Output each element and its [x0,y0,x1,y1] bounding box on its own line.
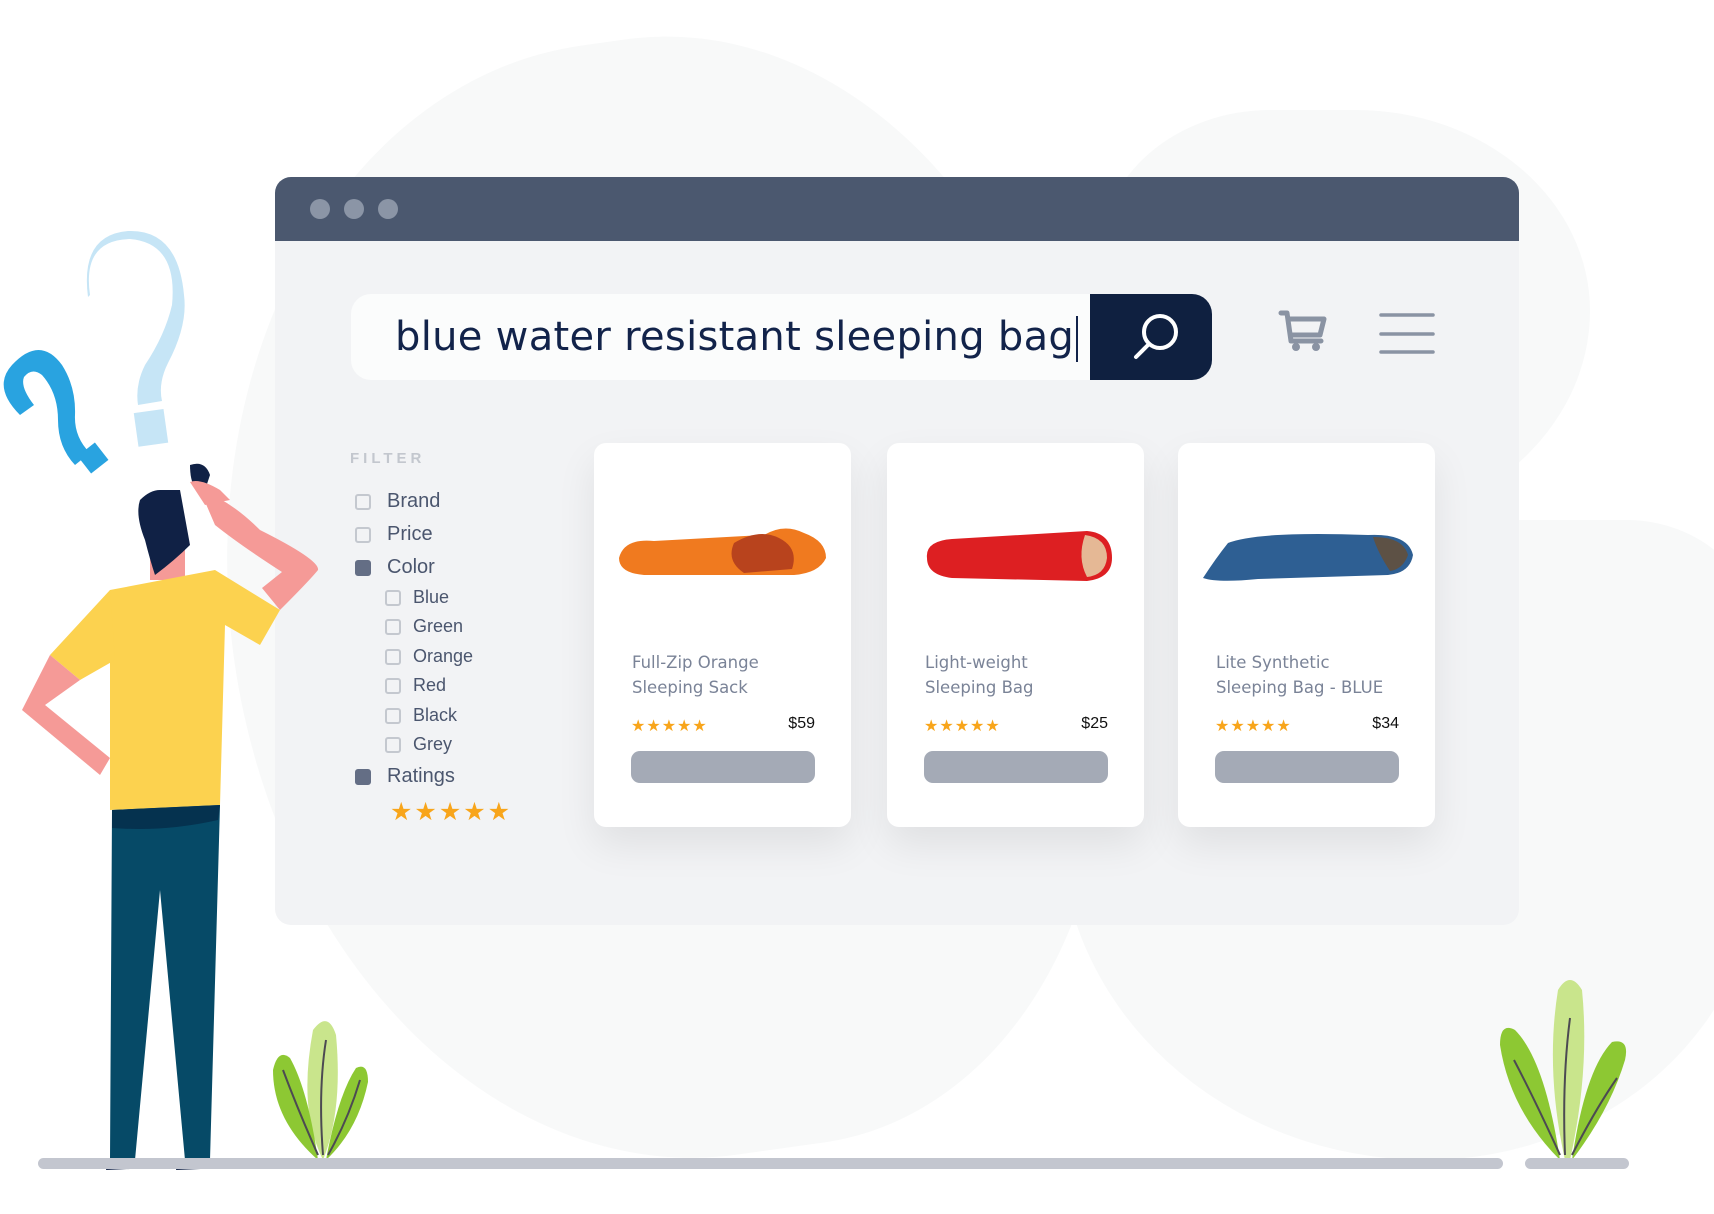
checkbox[interactable] [385,677,401,694]
filter-price[interactable]: Price [355,523,433,546]
checkbox[interactable] [385,648,401,665]
product-price: $34 [1372,715,1399,732]
filter-heading: FILTER [350,450,426,467]
product-price: $59 [788,715,815,732]
checkbox[interactable] [385,618,401,635]
product-price: $25 [1081,715,1108,732]
filter-color[interactable]: Color [355,556,435,579]
checkbox-checked[interactable] [355,768,371,785]
product-card[interactable]: Lite Synthetic Sleeping Bag - BLUE ★★★★★… [1178,443,1435,827]
add-to-cart-button[interactable] [924,751,1108,783]
window-dot-icon[interactable] [378,199,398,219]
search-button[interactable] [1090,294,1212,380]
product-name: Sleeping Bag - BLUE [1216,678,1384,697]
product-image-red-sleeping-bag [926,531,1112,581]
search-input[interactable]: blue water resistant sleeping bag [351,294,1091,380]
add-to-cart-button[interactable] [1215,751,1399,783]
checkbox[interactable] [385,736,401,753]
filter-option-label: Green [413,616,464,636]
filter-color-blue[interactable]: Blue [385,587,449,608]
hamburger-menu-button[interactable] [1378,311,1436,359]
plant-right-illustration [1500,980,1627,1160]
product-name: Full-Zip Orange [632,653,759,672]
filter-option-label: Red [413,675,447,695]
filter-label: Price [387,523,433,545]
checkbox-checked[interactable] [355,559,371,576]
product-image-blue-sleeping-bag [1203,534,1413,581]
question-marks-illustration [3,230,185,474]
plant-left-illustration [273,1021,368,1160]
filter-label: Ratings [387,765,455,787]
search-icon [1134,314,1178,359]
window-dot-icon[interactable] [344,199,364,219]
search-query-text: blue water resistant sleeping bag [395,314,1075,360]
filter-color-green[interactable]: Green [385,616,463,637]
filter-color-red[interactable]: Red [385,675,446,696]
checkbox[interactable] [355,493,371,510]
filter-option-label: Orange [413,646,474,666]
ground-line [1525,1158,1629,1169]
text-caret [1076,316,1079,362]
filter-color-grey[interactable]: Grey [385,734,452,755]
question-mark-dark-icon [3,350,109,474]
checkbox[interactable] [385,707,401,724]
checkbox[interactable] [385,589,401,606]
product-card[interactable]: Full-Zip Orange Sleeping Sack ★★★★★ $59 [594,443,851,827]
cart-icon [1278,310,1327,351]
window-dot-icon[interactable] [310,199,330,219]
product-rating-stars: ★★★★★ [924,718,1001,735]
question-mark-light-icon [86,230,185,447]
person-pants [110,805,220,1160]
product-rating-stars: ★★★★★ [1215,718,1292,735]
browser-window: blue water resistant sleeping bag FILTER… [275,177,1519,925]
person-shirt [50,570,280,810]
filter-color-black[interactable]: Black [385,705,457,726]
filter-ratings[interactable]: Ratings [355,765,455,788]
person-arm-hip [22,655,110,775]
product-name: Light-weight [925,653,1028,672]
filter-label: Brand [387,490,441,512]
rating-stars-filter[interactable]: ★★★★★ [390,797,512,827]
product-rating-stars: ★★★★★ [631,718,708,735]
product-image-orange-sleeping-bag [619,528,826,575]
bag-shell [619,528,826,575]
filter-brand[interactable]: Brand [355,490,440,513]
cart-button[interactable] [1277,307,1329,359]
ground-line [38,1158,1503,1169]
hamburger-menu-icon [1379,313,1435,354]
product-name: Sleeping Bag [925,678,1034,697]
product-name: Lite Synthetic [1216,653,1330,672]
product-card[interactable]: Light-weight Sleeping Bag ★★★★★ $25 [887,443,1144,827]
filter-color-orange[interactable]: Orange [385,646,473,667]
filter-label: Color [387,556,435,578]
checkbox[interactable] [355,526,371,543]
filter-option-label: Blue [413,587,450,607]
filter-option-label: Black [413,705,458,725]
filter-option-label: Grey [413,734,453,754]
add-to-cart-button[interactable] [631,751,815,783]
browser-titlebar [275,177,1519,241]
product-name: Sleeping Sack [632,678,748,697]
